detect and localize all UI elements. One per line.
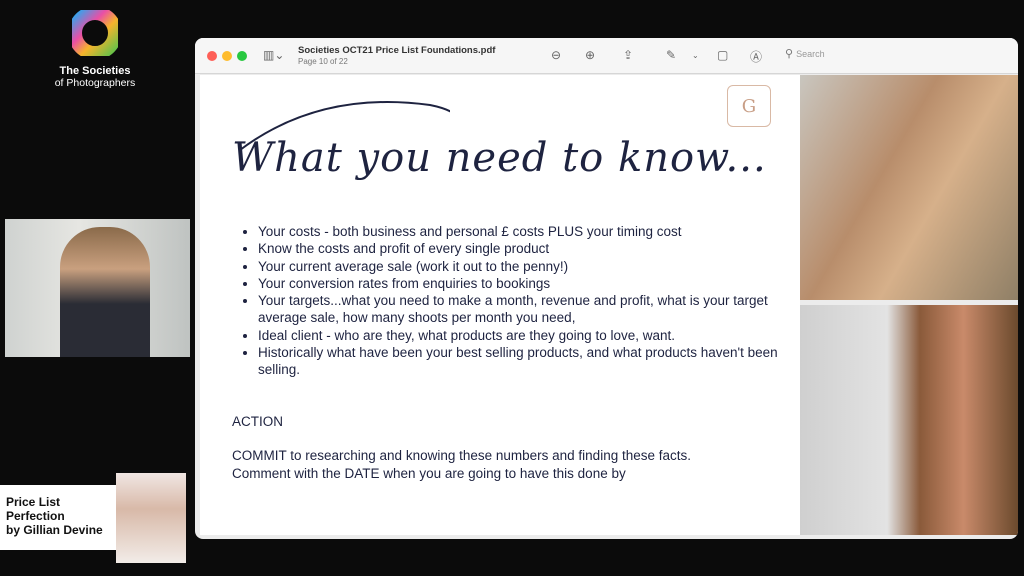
brand-line2: of Photographers [54, 77, 136, 89]
zoom-in-icon[interactable]: ⊕ [585, 48, 595, 62]
action-section: ACTION COMMIT to researching and knowing… [232, 413, 752, 482]
bullet-item: Your conversion rates from enquiries to … [258, 275, 778, 292]
action-line2: Comment with the DATE when you are going… [232, 465, 626, 481]
lower-third-line1: Price List [6, 495, 61, 509]
crest-logo: G [727, 85, 771, 127]
share-icon[interactable]: ⇪ [623, 48, 633, 62]
bullet-item: Your targets...what you need to make a m… [258, 292, 778, 327]
maximize-button[interactable] [237, 51, 247, 61]
pdf-viewer-window: ▥⌄ Societies OCT21 Price List Foundation… [195, 38, 1018, 539]
bullet-item: Know the costs and profit of every singl… [258, 240, 778, 257]
document-title: Societies OCT21 Price List Foundations.p… [298, 45, 496, 56]
lower-third-line3: by Gillian Devine [6, 523, 103, 537]
search-field[interactable]: ⚲ Search [785, 47, 825, 60]
flower-logo-icon [68, 6, 122, 60]
bullet-item: Ideal client - who are they, what produc… [258, 327, 778, 344]
annotate-icon[interactable]: Ⓐ [750, 48, 762, 65]
toolbar: ▥⌄ Societies OCT21 Price List Foundation… [195, 38, 1018, 74]
action-title: ACTION [232, 414, 284, 429]
action-line1: COMMIT to researching and knowing these … [232, 448, 691, 464]
slide-heading: What you need to know... [232, 135, 767, 181]
bullet-item: Your costs - both business and personal … [258, 223, 778, 240]
brand-logo: The Societies of Photographers [40, 6, 150, 89]
minimize-button[interactable] [222, 51, 232, 61]
presenter-figure [60, 227, 150, 357]
search-placeholder: Search [796, 49, 825, 59]
rotate-icon[interactable]: ▢ [717, 48, 728, 62]
presenter-webcam [5, 219, 190, 357]
sidebar-toggle-icon[interactable]: ▥⌄ [263, 48, 284, 62]
zoom-out-icon[interactable]: ⊖ [551, 48, 561, 62]
presenter-photo [116, 473, 186, 563]
chevron-down-icon[interactable]: ⌄ [692, 51, 699, 60]
calculator-money-photo [800, 305, 1018, 535]
search-icon: ⚲ [785, 48, 797, 60]
bullet-list: Your costs - both business and personal … [258, 223, 778, 379]
page-info: Page 10 of 22 [298, 57, 348, 66]
pdf-page: What you need to know... G Your costs - … [200, 75, 800, 535]
close-button[interactable] [207, 51, 217, 61]
markup-pen-icon[interactable]: ✎ [666, 48, 676, 62]
lower-third-line2: Perfection [6, 509, 65, 523]
bullet-item: Historically what have been your best se… [258, 344, 778, 379]
bullet-item: Your current average sale (work it out t… [258, 258, 778, 275]
portrait-photo [800, 75, 1018, 300]
brand-line1: The Societies [59, 65, 131, 77]
lower-third-title: Price List Perfection by Gillian Devine [0, 485, 116, 550]
